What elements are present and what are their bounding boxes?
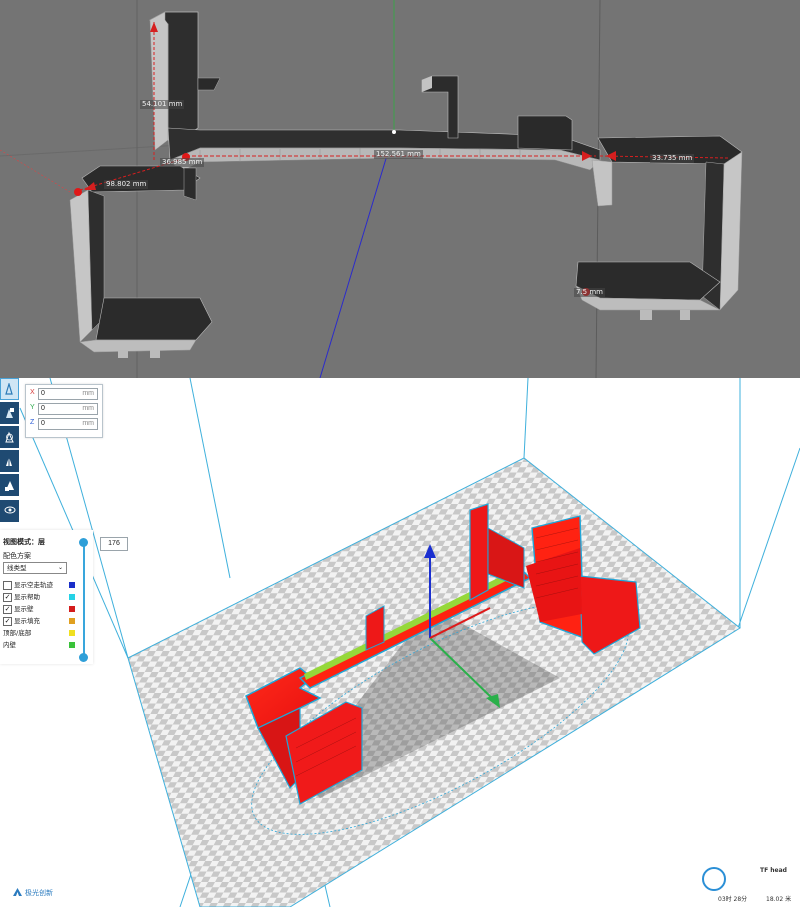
progress-ring-icon xyxy=(702,867,726,891)
x-position-unit: mm xyxy=(82,390,94,397)
checkbox[interactable]: ✓ xyxy=(3,617,12,626)
dimension-label-height: 54.101 mm xyxy=(140,100,185,109)
dimension-endpoint[interactable] xyxy=(74,188,82,196)
color-swatch xyxy=(69,606,75,612)
cad-viewport[interactable]: 54.101 mm 98.802 mm 36.985 mm 152.561 mm… xyxy=(0,0,800,378)
cad-scene xyxy=(0,0,743,378)
mirror-icon xyxy=(6,455,12,467)
right-foot xyxy=(680,310,690,320)
option-show-helpers[interactable]: ✓ 显示帮助 xyxy=(3,592,75,602)
option-show-shell[interactable]: ✓ 显示壁 xyxy=(3,604,75,614)
layer-slider-track[interactable] xyxy=(83,545,85,657)
x-position-input[interactable]: 0 mm xyxy=(38,388,98,400)
rotate-tool-button[interactable] xyxy=(0,426,19,448)
slicer-viewport[interactable]: X 0 mm Y 0 mm Z 0 mm 视图模式：层 配色方案 线类型 ⌄ 显… xyxy=(0,378,800,907)
current-layer-badge[interactable]: 176 xyxy=(100,537,128,551)
color-scheme-value: 线类型 xyxy=(7,564,27,572)
right-hook xyxy=(591,159,613,207)
dimension-label-right-arm: 33.735 mm xyxy=(650,154,695,163)
option-label: 显示帮助 xyxy=(14,593,40,601)
y-position-unit: mm xyxy=(82,405,94,412)
dimension-label-left-offset: 36.985 mm xyxy=(160,158,205,167)
move-tool-button[interactable] xyxy=(0,378,19,400)
option-label: 显示空走轨迹 xyxy=(14,581,53,589)
tool-toolbar xyxy=(0,378,20,524)
print-status: TF head 03时 28分 18.02 米 xyxy=(700,865,800,907)
left-tab xyxy=(197,77,221,91)
color-swatch xyxy=(69,630,75,636)
color-scheme-label: 配色方案 xyxy=(3,552,31,560)
material-length: 18.02 米 xyxy=(766,896,792,903)
option-show-travel[interactable]: 显示空走轨迹 xyxy=(3,580,75,590)
chevron-down-icon: ⌄ xyxy=(57,564,63,571)
y-position-input[interactable]: 0 mm xyxy=(38,403,98,415)
scale-icon xyxy=(6,408,14,418)
print-head-name: TF head xyxy=(760,867,787,874)
layer-slider-top-handle[interactable] xyxy=(79,538,88,547)
color-swatch xyxy=(69,618,75,624)
left-bottom-edge xyxy=(79,339,197,353)
layer-slider-bottom-handle[interactable] xyxy=(79,653,88,662)
z-axis-label: Z xyxy=(30,419,35,426)
left-upright-face xyxy=(149,11,169,151)
view-eye-icon xyxy=(4,506,15,514)
y-axis-label: Y xyxy=(30,404,35,411)
brand-icon xyxy=(13,888,22,896)
option-label: 显示壁 xyxy=(14,605,34,613)
scale-tool-button[interactable] xyxy=(0,402,19,424)
dimension-label-left-arm: 98.802 mm xyxy=(104,180,149,189)
view-mode-panel: 视图模式：层 配色方案 线类型 ⌄ 显示空走轨迹 ✓ 显示帮助 ✓ 显示壁 ✓ … xyxy=(0,530,93,664)
y-position-value: 0 xyxy=(41,405,45,412)
rotate-icon xyxy=(5,431,14,443)
view-mode-button[interactable] xyxy=(0,500,19,522)
brand-name: 极光创新 xyxy=(25,889,53,897)
dimension-label-span: 152.561 mm xyxy=(374,150,423,159)
checkbox[interactable] xyxy=(3,581,12,590)
y-position-row: Y 0 mm xyxy=(30,403,100,415)
x-axis-label: X xyxy=(30,389,35,396)
dimension-label-right-foot: 7.5 mm xyxy=(574,288,605,297)
print-time: 03时 28分 xyxy=(718,896,748,903)
color-swatch xyxy=(69,582,75,588)
checkbox[interactable]: ✓ xyxy=(3,593,12,602)
color-swatch xyxy=(69,642,75,648)
z-axis-line xyxy=(319,131,395,378)
option-inner-wall: 内壁 xyxy=(3,640,75,650)
dimension-guide xyxy=(0,149,71,193)
z-position-input[interactable]: 0 mm xyxy=(38,418,98,430)
left-hook xyxy=(183,167,197,201)
checkbox[interactable]: ✓ xyxy=(3,605,12,614)
option-label: 顶部/底部 xyxy=(3,629,32,637)
move-icon xyxy=(5,383,13,395)
origin-point xyxy=(392,130,396,134)
left-bottom-plate xyxy=(95,297,213,341)
support-icon xyxy=(5,481,14,491)
option-top-bottom: 顶部/底部 xyxy=(3,628,75,638)
slicer-scene xyxy=(19,378,800,907)
view-mode-title: 视图模式：层 xyxy=(3,538,45,546)
mirror-tool-button[interactable] xyxy=(0,450,19,472)
color-scheme-select[interactable]: 线类型 ⌄ xyxy=(3,562,67,574)
option-show-infill[interactable]: ✓ 显示填充 xyxy=(3,616,75,626)
option-label: 内壁 xyxy=(3,641,16,649)
z-position-row: Z 0 mm xyxy=(30,418,100,430)
support-tool-button[interactable] xyxy=(0,474,19,496)
color-swatch xyxy=(69,594,75,600)
beam-block xyxy=(517,115,573,151)
right-foot xyxy=(640,310,652,320)
position-panel: X 0 mm Y 0 mm Z 0 mm xyxy=(25,384,103,438)
x-position-row: X 0 mm xyxy=(30,388,100,400)
left-foot xyxy=(150,350,160,358)
z-position-value: 0 xyxy=(41,420,45,427)
option-label: 显示填充 xyxy=(14,617,40,625)
x-position-value: 0 xyxy=(41,390,45,397)
z-position-unit: mm xyxy=(82,420,94,427)
left-foot xyxy=(118,350,128,358)
